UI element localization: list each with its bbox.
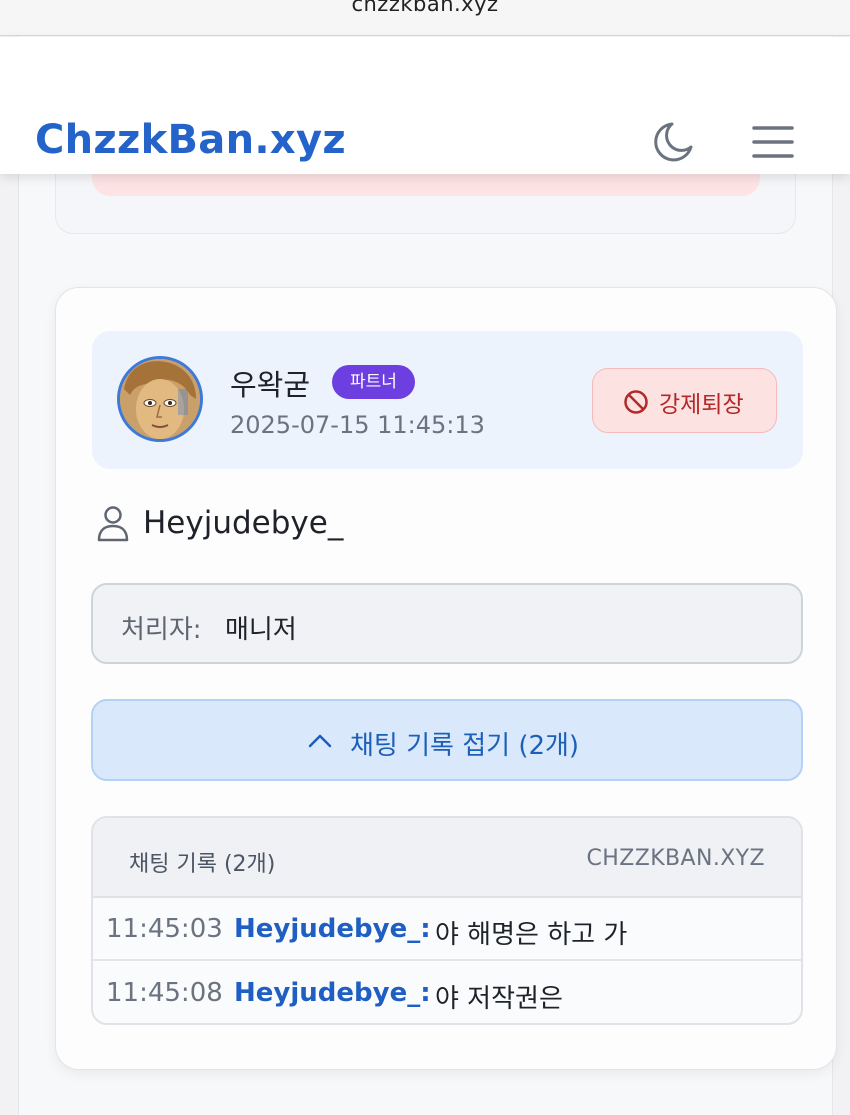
moon-icon bbox=[654, 122, 693, 162]
partner-badge: 파트너 bbox=[332, 365, 415, 399]
ban-icon bbox=[624, 390, 648, 414]
chat-log-watermark: CHZZKBAN.XYZ bbox=[586, 846, 765, 871]
collapse-chat-log-label: 채팅 기록 접기 (2개) bbox=[350, 731, 580, 761]
kick-status-label: 강제퇴장 bbox=[659, 392, 744, 418]
chat-message: 야 저작권은 bbox=[435, 984, 563, 1014]
navbar: ChzzkBan.xyz bbox=[0, 37, 850, 174]
theme-toggle-button[interactable] bbox=[650, 119, 696, 165]
browser-url[interactable]: chzzkban.xyz bbox=[0, 0, 850, 15]
streamer-nickname[interactable]: 우왁굳 bbox=[230, 362, 310, 404]
chat-log-header: 채팅 기록 (2개) CHZZKBAN.XYZ bbox=[93, 818, 801, 898]
handler-value: 매니저 bbox=[225, 615, 297, 645]
chat-time: 11:45:03 bbox=[106, 914, 223, 944]
avatar-image bbox=[120, 359, 200, 439]
ban-timestamp: 2025-07-15 11:45:13 bbox=[230, 411, 485, 439]
chat-row: 11:45:03 Heyjudebye_: 야 해명은 하고 가 bbox=[93, 899, 801, 961]
chat-log-title: 채팅 기록 (2개) bbox=[129, 852, 276, 877]
chat-message: 야 해명은 하고 가 bbox=[435, 920, 628, 950]
avatar[interactable] bbox=[117, 356, 203, 442]
user-icon bbox=[97, 506, 129, 542]
chat-user[interactable]: Heyjudebye_: bbox=[234, 914, 431, 944]
hamburger-menu-icon bbox=[752, 126, 794, 158]
collapse-chat-log-button[interactable]: 채팅 기록 접기 (2개) bbox=[91, 699, 803, 781]
browser-url-bar[interactable]: chzzkban.xyz bbox=[0, 0, 850, 36]
handler-field: 처리자: 매니저 bbox=[91, 583, 803, 664]
chat-user[interactable]: Heyjudebye_: bbox=[234, 978, 431, 1008]
brand-logo[interactable]: ChzzkBan.xyz bbox=[35, 117, 346, 163]
menu-button[interactable] bbox=[750, 121, 796, 163]
kick-status-badge: 강제퇴장 bbox=[592, 368, 777, 433]
banned-user-name[interactable]: Heyjudebye_ bbox=[143, 505, 343, 541]
chevron-up-icon bbox=[308, 734, 332, 748]
handler-label: 처리자: bbox=[121, 615, 202, 645]
chat-log-panel: 채팅 기록 (2개) CHZZKBAN.XYZ 11:45:03 Heyjude… bbox=[91, 816, 803, 1025]
chat-row: 11:45:08 Heyjudebye_: 야 저작권은 bbox=[93, 963, 801, 1023]
chat-time: 11:45:08 bbox=[106, 978, 223, 1008]
